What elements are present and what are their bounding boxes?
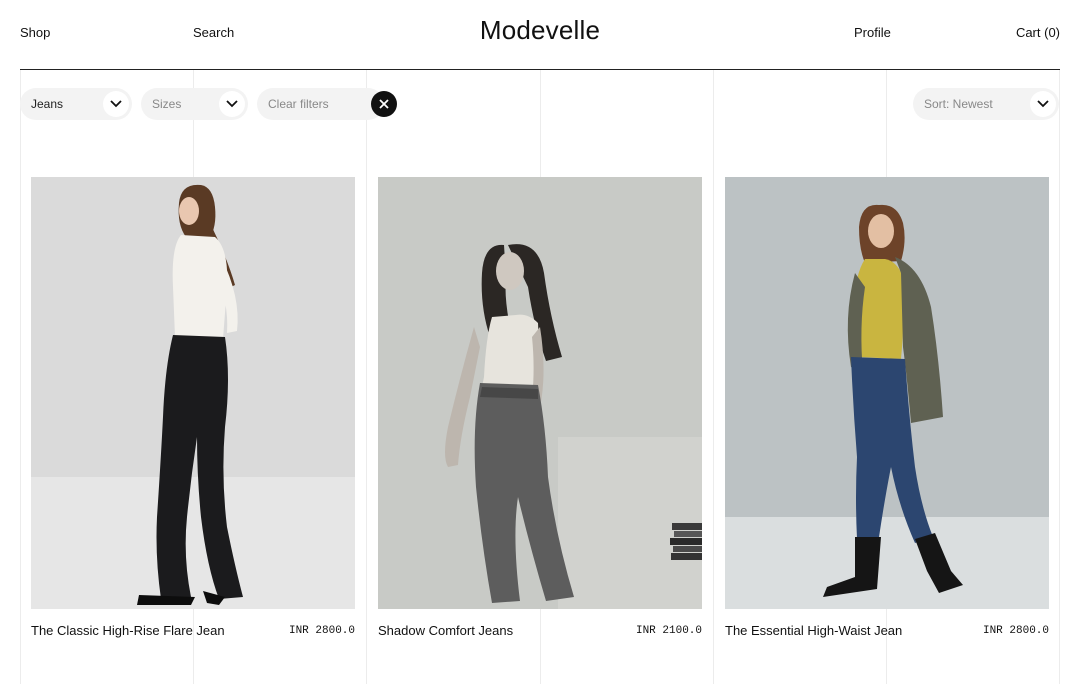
product-name[interactable]: The Essential High-Waist Jean bbox=[725, 623, 902, 638]
product-price: INR 2800.0 bbox=[288, 625, 355, 637]
brand-logo[interactable]: Modevelle bbox=[20, 15, 1060, 46]
grid-line bbox=[1059, 70, 1060, 684]
chevron-down-icon[interactable] bbox=[1030, 91, 1056, 117]
grid-line bbox=[20, 70, 21, 684]
product-image[interactable] bbox=[725, 177, 1049, 609]
product-price: INR 2800.0 bbox=[982, 625, 1049, 637]
chevron-down-icon[interactable] bbox=[103, 91, 129, 117]
sizes-filter[interactable]: Sizes bbox=[141, 88, 248, 120]
chevron-down-icon[interactable] bbox=[219, 91, 245, 117]
site-header: Shop Search Modevelle Profile Cart (0) bbox=[20, 0, 1060, 70]
product-card[interactable]: Shadow Comfort Jeans INR 2100.0 bbox=[378, 177, 702, 647]
product-price: INR 2100.0 bbox=[635, 625, 702, 637]
sizes-filter-placeholder: Sizes bbox=[152, 97, 182, 111]
nav-cart[interactable]: Cart (0) bbox=[1016, 25, 1060, 40]
clear-filters-button[interactable]: Clear filters bbox=[257, 88, 384, 120]
sort-dropdown[interactable]: Sort: Newest bbox=[913, 88, 1059, 120]
category-filter-value: Jeans bbox=[31, 97, 64, 111]
product-image[interactable] bbox=[31, 177, 355, 609]
grid-line bbox=[366, 70, 367, 684]
category-filter[interactable]: Jeans bbox=[20, 88, 132, 120]
grid-line bbox=[713, 70, 714, 684]
product-card[interactable]: The Essential High-Waist Jean INR 2800.0 bbox=[725, 177, 1049, 647]
close-icon[interactable] bbox=[371, 91, 397, 117]
sort-value: Sort: Newest bbox=[924, 97, 993, 111]
product-name[interactable]: Shadow Comfort Jeans bbox=[378, 623, 513, 638]
nav-profile[interactable]: Profile bbox=[854, 25, 891, 40]
product-name[interactable]: The Classic High-Rise Flare Jean bbox=[31, 623, 225, 638]
clear-filters-label: Clear filters bbox=[268, 97, 329, 111]
product-card[interactable]: The Classic High-Rise Flare Jean INR 280… bbox=[31, 177, 355, 647]
product-image[interactable] bbox=[378, 177, 702, 609]
